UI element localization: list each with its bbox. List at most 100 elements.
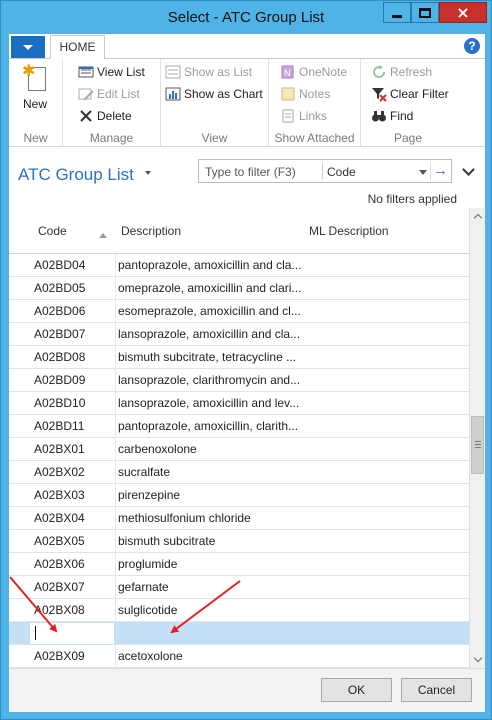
filter-field-select[interactable]: Code — [327, 165, 356, 179]
title-bar[interactable]: Select - ATC Group List × — [1, 1, 491, 34]
cell-description[interactable]: lansoprazole, amoxicillin and lev... — [118, 396, 299, 410]
view-list-button[interactable]: View List — [78, 62, 145, 82]
table-row[interactable]: A02BD07 lansoprazole, amoxicillin and cla… — [9, 323, 469, 346]
cancel-button[interactable]: Cancel — [401, 678, 472, 702]
table-row[interactable]: A02BX08 sulglicotide — [9, 599, 469, 622]
scroll-up-button[interactable] — [470, 208, 485, 224]
find-button[interactable]: Find — [371, 106, 413, 126]
cell-code[interactable]: A02BX04 — [34, 511, 85, 525]
refresh-label: Refresh — [390, 65, 433, 79]
table-row[interactable]: A02BX04 methiosulfonium chloride — [9, 507, 469, 530]
table-row[interactable]: A02BD09 lansoprazole, clarithromycin and.… — [9, 369, 469, 392]
onenote-button[interactable]: N OneNote — [280, 62, 347, 82]
notes-button[interactable]: Notes — [280, 84, 330, 104]
cell-code[interactable]: A02BX06 — [34, 557, 85, 571]
ribbon-group-view: Show as List Show as Chart View — [161, 59, 269, 147]
apply-filter-arrow-icon[interactable]: → — [430, 161, 450, 181]
cell-description[interactable]: lansoprazole, amoxicillin and cla... — [118, 327, 300, 341]
table-row[interactable]: A02BD10 lansoprazole, amoxicillin and lev… — [9, 392, 469, 415]
cell-code[interactable]: A02BX05 — [34, 534, 85, 548]
cell-code[interactable]: A02BD08 — [34, 350, 85, 364]
edit-list-button[interactable]: Edit List — [78, 84, 140, 104]
filter-divider — [322, 163, 323, 179]
cell-description[interactable]: carbenoxolone — [118, 442, 197, 456]
code-edit-cell[interactable] — [29, 622, 115, 645]
group-label-show-attached: Show Attached — [274, 131, 355, 145]
expand-filter-chevron-icon[interactable] — [462, 163, 475, 176]
clear-filter-button[interactable]: Clear Filter — [371, 84, 449, 104]
show-as-chart-button[interactable]: Show as Chart — [165, 84, 263, 104]
cell-description[interactable]: methiosulfonium chloride — [118, 511, 251, 525]
cell-code[interactable]: A02BD10 — [34, 396, 85, 410]
table-row[interactable]: A02BX09 acetoxolone — [9, 645, 469, 668]
cell-code[interactable]: A02BX02 — [34, 465, 85, 479]
maximize-button[interactable] — [411, 2, 439, 23]
list-grid: Code Description ML Description A02BD04 p… — [9, 208, 485, 668]
delete-button[interactable]: Delete — [78, 106, 132, 126]
table-row[interactable]: A02BX05 bismuth subcitrate — [9, 530, 469, 553]
scrollbar-thumb[interactable] — [471, 416, 484, 475]
app-menu-button[interactable] — [11, 36, 45, 58]
table-row[interactable]: A02BX02 sucralfate — [9, 461, 469, 484]
cell-description[interactable]: lansoprazole, clarithromycin and... — [118, 373, 300, 387]
table-row[interactable]: A02BX01 carbenoxolone — [9, 438, 469, 461]
cell-description[interactable]: gefarnate — [118, 580, 169, 594]
close-button[interactable]: × — [439, 2, 487, 23]
cell-description[interactable]: bismuth subcitrate — [118, 534, 215, 548]
table-row[interactable]: A02BD08 bismuth subcitrate, tetracycline … — [9, 346, 469, 369]
help-icon[interactable]: ? — [464, 38, 480, 54]
cell-description[interactable]: pantoprazole, amoxicillin and cla... — [118, 258, 301, 272]
cell-description[interactable]: sucralfate — [118, 465, 170, 479]
column-header-code[interactable]: Code — [38, 224, 67, 238]
table-row[interactable]: A02BX03 pirenzepine — [9, 484, 469, 507]
cell-code[interactable]: A02BX09 — [34, 649, 85, 663]
cell-description[interactable]: omeprazole, amoxicillin and clari... — [118, 281, 301, 295]
clear-filter-label: Clear Filter — [390, 87, 449, 101]
cell-description[interactable]: acetoxolone — [118, 649, 183, 663]
page-title[interactable]: ATC Group List — [18, 165, 134, 185]
minimize-button[interactable] — [383, 2, 411, 23]
links-button[interactable]: Links — [280, 106, 327, 126]
chevron-up-icon — [473, 213, 482, 223]
cell-code[interactable]: A02BD05 — [34, 281, 85, 295]
cell-code[interactable]: A02BD09 — [34, 373, 85, 387]
cell-description[interactable]: bismuth subcitrate, tetracycline ... — [118, 350, 296, 364]
cell-code[interactable]: A02BD06 — [34, 304, 85, 318]
cell-description[interactable]: pantoprazole, amoxicillin, clarith... — [118, 419, 298, 433]
cell-code[interactable]: A02BD11 — [34, 419, 84, 433]
filter-field-dropdown-icon[interactable] — [419, 170, 427, 175]
tab-home[interactable]: HOME — [50, 35, 105, 60]
refresh-button[interactable]: Refresh — [371, 62, 432, 82]
chevron-down-icon — [473, 653, 482, 663]
cell-description[interactable]: esomeprazole, amoxicillin and cl... — [118, 304, 301, 318]
cell-code[interactable]: A02BD04 — [34, 258, 85, 272]
table-row[interactable]: A02BD06 esomeprazole, amoxicillin and cl.… — [9, 300, 469, 323]
group-label-view: View — [201, 131, 228, 145]
cell-description[interactable]: pirenzepine — [118, 488, 180, 502]
table-row[interactable]: A02BX07 gefarnate — [9, 576, 469, 599]
ok-button[interactable]: OK — [321, 678, 392, 702]
scroll-down-button[interactable] — [470, 652, 485, 668]
column-header-ml-description[interactable]: ML Description — [309, 224, 389, 238]
cell-code[interactable]: A02BX01 — [34, 442, 85, 456]
table-row[interactable]: A02BX06 proglumide — [9, 553, 469, 576]
new-button[interactable]: ✱ New — [15, 61, 55, 117]
grid-header: Code Description ML Description — [9, 208, 469, 254]
cell-description[interactable]: sulglicotide — [118, 603, 177, 617]
binoculars-icon — [371, 108, 387, 124]
show-as-list-button[interactable]: Show as List — [165, 62, 252, 82]
table-row[interactable]: A02BD05 omeprazole, amoxicillin and clari… — [9, 277, 469, 300]
title-dropdown-icon[interactable] — [145, 171, 151, 175]
cell-code[interactable]: A02BD07 — [34, 327, 85, 341]
column-header-description[interactable]: Description — [121, 224, 181, 238]
cell-code[interactable]: A02BX07 — [34, 580, 85, 594]
table-row[interactable]: A02BD04 pantoprazole, amoxicillin and cla… — [9, 254, 469, 277]
dialog-client: HOME ? ✱ New New View List Edit List Del… — [9, 34, 485, 712]
table-row[interactable]: A02BD11 pantoprazole, amoxicillin, clarit… — [9, 415, 469, 438]
cell-description[interactable]: proglumide — [118, 557, 177, 571]
cell-code[interactable]: A02BX08 — [34, 603, 85, 617]
vertical-scrollbar[interactable] — [469, 208, 485, 668]
filter-input[interactable]: Type to filter (F3) — [205, 165, 296, 179]
cell-code[interactable]: A02BX03 — [34, 488, 85, 502]
table-row-selected[interactable] — [9, 622, 469, 645]
